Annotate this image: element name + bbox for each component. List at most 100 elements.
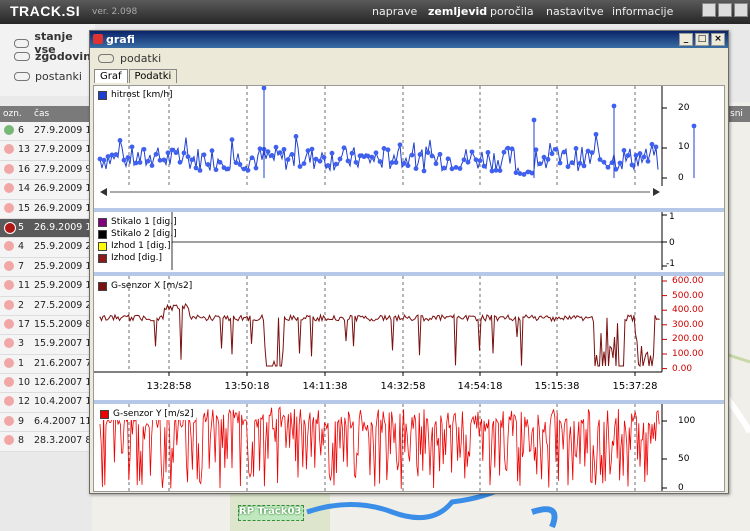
marker-icon [4,377,14,388]
legend-item: Izhod 1 [dig.] [98,240,177,252]
minimize-icon[interactable]: _ [679,33,693,46]
nav-zemljevid[interactable]: zemljevid [428,5,487,18]
speed-point [561,149,567,155]
tab-graf[interactable]: Graf [94,69,128,83]
table-row[interactable]: 6 27.9.2009 12: [0,122,101,142]
speed-point [185,154,191,160]
speed-point [325,163,331,168]
speed-point [597,157,603,162]
marker-icon [4,260,14,271]
table-row[interactable]: 1 21.6.2007 7:4 [0,354,101,375]
row-number: 1 [18,357,25,369]
nav-porocila[interactable]: poročila [490,5,534,18]
speed-chart[interactable] [94,86,724,198]
nav-nastavitve[interactable]: nastavitve [546,5,604,18]
table-row[interactable]: 16 27.9.2009 9:2 [0,160,101,181]
chart-scrollbar[interactable] [100,187,660,196]
speed-point [589,150,595,156]
table-row[interactable]: 4 25.9.2009 20: [0,238,101,258]
speed-point [433,161,439,167]
speed-point [177,159,183,165]
gx-tick: 200.00 [672,334,704,345]
marker-icon [4,318,14,329]
left-tabs: stanje vse zgodovina postanki [0,24,98,96]
speed-point [153,151,159,157]
table-row[interactable]: 7 25.9.2009 13: [0,257,101,278]
marker-icon [4,396,14,407]
window-titlebar[interactable]: grafi _ □ × [90,31,728,48]
table-row[interactable]: 13 27.9.2009 11: [0,141,101,161]
table-row[interactable]: 5 26.9.2009 15: [0,218,101,239]
digital-chart[interactable] [94,212,724,270]
legend-label: G-senzor X [m/s2] [111,281,193,291]
tab-podatki[interactable]: Podatki [128,69,178,83]
maximize-icon[interactable] [718,3,732,17]
close-icon[interactable]: × [711,33,725,46]
marker-icon [4,202,14,213]
legend-label: Stikalo 1 [dig.] [111,217,177,227]
speed-point [137,160,143,165]
speed-point [405,163,411,169]
speed-point [181,150,187,156]
table-row[interactable]: 11 25.9.2009 12: [0,277,101,297]
speed-point [285,157,291,162]
marker-icon [4,125,14,135]
speed-point [161,157,167,163]
tab-zgodovina[interactable]: zgodovina [14,50,98,63]
table-row[interactable]: 9 6.4.2007 11:3 [0,412,101,433]
col-header-ozn[interactable]: ozn. [3,109,22,119]
nav-naprave[interactable]: naprave [372,5,417,18]
speed-point [521,172,527,177]
gx-panel: G-senzor X [m/s2] 600.00 500.00 400.00 300.… [94,276,724,400]
marker-icon [4,163,14,174]
speed-point [569,160,575,166]
table-row[interactable]: 3 15.9.2007 18: [0,335,101,355]
gx-tick: 0.00 [672,363,693,374]
speed-point [249,155,255,161]
speed-point [225,166,231,172]
row-number: 7 [18,260,25,272]
speed-point [605,164,611,170]
speed-point [253,165,259,171]
gy-legend: G-senzor Y [m/s2] [98,408,196,420]
nav-informacije[interactable]: informacije [612,5,673,18]
table-row[interactable]: 14 26.9.2009 19: [0,180,101,200]
speed-point [277,150,283,156]
podatki-label: podatki [120,52,162,65]
close-icon[interactable] [734,3,748,17]
row-number: 15 [18,202,31,214]
speed-point [365,153,371,159]
table-row[interactable]: 2 27.5.2009 20: [0,296,101,316]
speed-point [625,153,631,158]
speed-point [289,152,295,157]
gx-legend: G-senzor X [m/s2] [98,280,192,292]
gx-tick: 600.00 [672,276,704,286]
speed-point [513,170,519,176]
table-row[interactable]: 8 28.3.2007 8:1 [0,432,101,452]
gx-xtick: 14:32:58 [380,381,426,392]
gy-tick: 0 [678,483,684,492]
chart-area: hitrost [km/h] 20 10 0 Stikalo 1 [dig.] S… [93,85,725,492]
speed-point [425,150,431,155]
speed-point [461,157,467,163]
table-row[interactable]: 15 26.9.2009 16: [0,199,101,219]
speed-point [329,150,335,156]
window-title: grafi [106,33,135,46]
maximize-icon[interactable]: □ [695,33,709,46]
table-row[interactable]: 12 10.4.2007 13: [0,393,101,413]
speed-point [441,165,447,171]
row-number: 5 [18,221,25,233]
row-number: 6 [18,125,25,136]
table-row[interactable]: 10 12.6.2007 15: [0,374,101,394]
speed-point [557,160,563,166]
row-number: 10 [18,377,31,389]
speed-point [573,145,579,151]
speed-point [145,158,151,164]
gx-tick: 100.00 [672,349,704,359]
tab-postanki[interactable]: postanki [14,70,82,83]
track-label[interactable]: RP Track03 [238,505,304,521]
col-header-cas[interactable]: čas [34,109,49,119]
podatki-toggle[interactable]: podatki [98,52,161,65]
minimize-icon[interactable] [702,3,716,17]
table-row[interactable]: 17 15.5.2009 8:1 [0,315,101,336]
